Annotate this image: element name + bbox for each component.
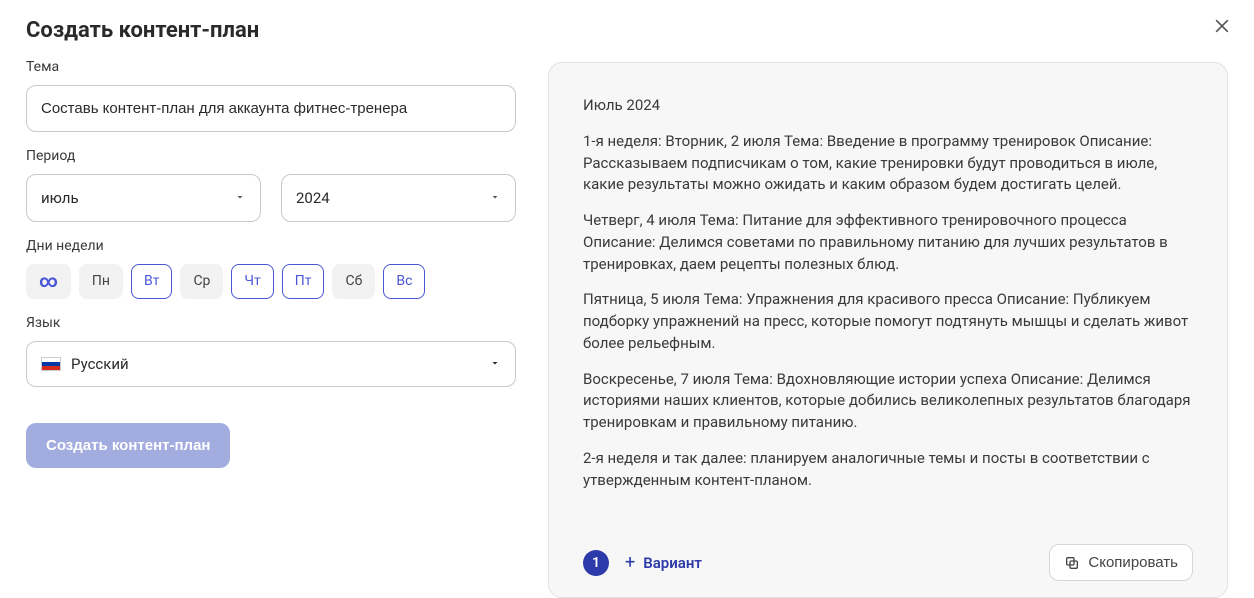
day-chip[interactable]: Пт <box>282 264 325 299</box>
chevron-down-icon <box>489 355 501 373</box>
day-chip[interactable]: Ср <box>180 264 223 299</box>
day-chip[interactable]: Вт <box>131 264 172 299</box>
close-button[interactable] <box>1212 16 1232 40</box>
day-chip[interactable]: Сб <box>332 264 375 299</box>
year-value: 2024 <box>296 189 330 207</box>
copy-button[interactable]: Скопировать <box>1049 544 1193 581</box>
language-value: Русский <box>71 355 129 373</box>
result-heading: Июль 2024 <box>583 95 1193 117</box>
result-panel: Июль 2024 1-я неделя: Вторник, 2 июля Тем… <box>548 62 1228 598</box>
copy-label: Скопировать <box>1088 554 1178 571</box>
day-chip[interactable]: Чт <box>231 264 273 299</box>
form-panel: Создать контент-план Тема Период июль 20… <box>26 18 516 598</box>
chevron-down-icon <box>489 189 501 207</box>
copy-icon <box>1064 555 1080 571</box>
result-paragraph: 1-я неделя: Вторник, 2 июля Тема: Введен… <box>583 131 1193 196</box>
modal-title: Создать контент-план <box>26 18 516 43</box>
language-select[interactable]: Русский <box>26 341 516 387</box>
result-paragraph: Пятница, 5 июля Тема: Упражнения для кра… <box>583 289 1193 354</box>
flag-ru-icon <box>41 357 61 371</box>
variant-label: Вариант <box>643 554 702 572</box>
theme-input[interactable] <box>26 85 516 132</box>
day-chip[interactable]: Пн <box>79 264 123 299</box>
result-paragraph: 2-я неделя и так далее: планируем аналог… <box>583 448 1193 492</box>
month-value: июль <box>41 189 79 207</box>
theme-label: Тема <box>26 59 516 75</box>
day-chip-infinity[interactable]: ∞ <box>26 264 71 299</box>
result-paragraph: Воскресенье, 7 июля Тема: Вдохновляющие … <box>583 369 1193 434</box>
period-label: Период <box>26 148 516 164</box>
language-label: Язык <box>26 315 516 331</box>
chevron-down-icon <box>234 189 246 207</box>
plus-icon: + <box>625 552 635 573</box>
variant-badge: 1 <box>583 550 609 576</box>
days-label: Дни недели <box>26 238 516 254</box>
month-select[interactable]: июль <box>26 174 261 222</box>
result-content: Июль 2024 1-я неделя: Вторник, 2 июля Тем… <box>583 95 1193 528</box>
result-paragraph: Четверг, 4 июля Тема: Питание для эффект… <box>583 210 1193 275</box>
year-select[interactable]: 2024 <box>281 174 516 222</box>
days-row: ∞ПнВтСрЧт ПтСбВс <box>26 264 516 299</box>
add-variant-button[interactable]: + Вариант <box>625 552 702 573</box>
close-icon <box>1212 16 1232 36</box>
create-button[interactable]: Создать контент-план <box>26 423 230 468</box>
day-chip[interactable]: Вс <box>383 264 425 299</box>
